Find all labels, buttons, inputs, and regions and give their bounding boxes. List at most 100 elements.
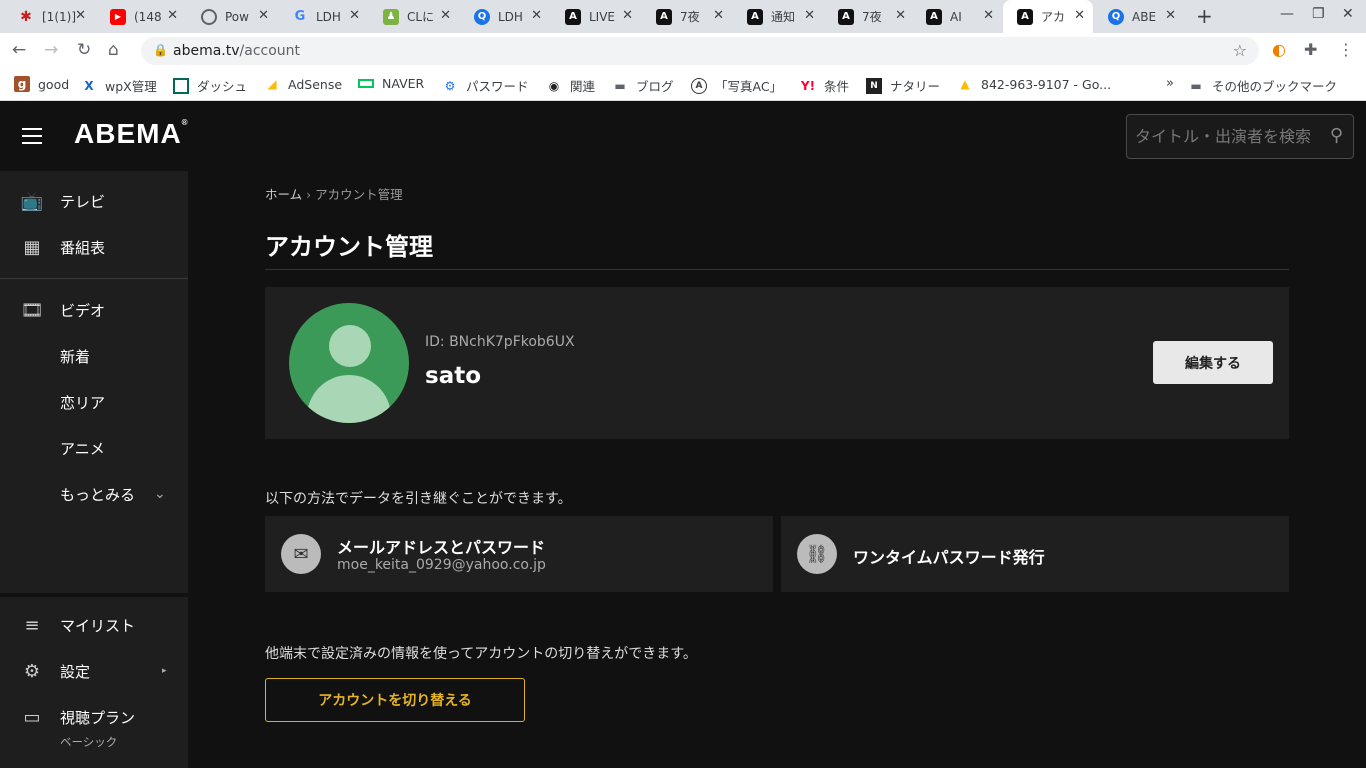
close-window-icon[interactable]: ✕ xyxy=(1342,6,1354,22)
new-tab-icon[interactable]: + xyxy=(1196,4,1213,28)
avatar xyxy=(289,303,409,423)
close-icon[interactable]: ✕ xyxy=(804,8,815,23)
close-icon[interactable]: ✕ xyxy=(349,8,360,23)
bookmark[interactable]: Y! 条件 xyxy=(800,76,849,95)
bookmark[interactable]: ダッシュ xyxy=(173,76,247,95)
sidebar-item-more[interactable]: もっとみる ⌄ xyxy=(0,474,188,514)
breadcrumb-current: アカウント管理 xyxy=(315,187,403,202)
close-icon[interactable]: ✕ xyxy=(622,8,633,23)
bookmark[interactable]: ▬ ブログ xyxy=(612,76,673,95)
one-time-password-card[interactable]: ⛓ ワンタイムパスワード発行 xyxy=(781,516,1289,592)
bookmark[interactable]: g good xyxy=(14,76,69,92)
bookmark[interactable]: NAVER xyxy=(358,76,424,91)
browser-tab-active[interactable]: A アカ ✕ xyxy=(1003,0,1093,33)
sidebar-divider xyxy=(0,278,188,279)
natalie-icon: N xyxy=(866,77,882,94)
main-content: ホーム › アカウント管理 アカウント管理 ID: BNchK7pFkob6UX s… xyxy=(188,171,1366,768)
close-icon[interactable]: ✕ xyxy=(1165,8,1176,23)
mail-icon: ✉ xyxy=(281,534,321,574)
browser-tab[interactable]: Pow ✕ xyxy=(187,0,277,33)
sidebar-item-anime[interactable]: アニメ xyxy=(0,428,188,468)
ac-icon: A xyxy=(691,77,707,94)
edit-profile-button[interactable]: 編集する xyxy=(1153,341,1273,384)
browser-tab[interactable]: A LIVE ✕ xyxy=(551,0,641,33)
page-title: アカウント管理 xyxy=(265,233,433,261)
browser-tab[interactable]: A 7夜 ✕ xyxy=(642,0,732,33)
q-icon: Q xyxy=(474,8,490,25)
card-icon: ▭ xyxy=(23,706,41,728)
sidebar-item-settings[interactable]: ⚙ 設定 ▸ xyxy=(0,651,188,691)
sidebar-item-plan[interactable]: ▭ 視聴プラン xyxy=(0,697,188,737)
folder-icon: ▬ xyxy=(1190,78,1202,93)
bookmark[interactable]: ◢ AdSense xyxy=(264,76,342,92)
search-input[interactable] xyxy=(1135,127,1315,146)
bookmark[interactable]: ▲ 842-963-9107 - Go... xyxy=(957,76,1111,92)
close-icon[interactable]: ✕ xyxy=(75,8,86,23)
extension-icon[interactable]: ◐ xyxy=(1272,40,1286,59)
bookmark[interactable]: ◉ 関連 xyxy=(546,76,595,95)
film-icon: 🎞 xyxy=(20,299,44,321)
bookmark[interactable]: N ナタリー xyxy=(866,76,940,95)
sidebar-item-tv[interactable]: 📺 テレビ xyxy=(0,181,188,221)
close-icon[interactable]: ✕ xyxy=(167,8,178,23)
back-icon[interactable]: ← xyxy=(12,40,26,60)
sidebar-item-new[interactable]: 新着 xyxy=(0,336,188,376)
bookmark[interactable]: XwpX管理 xyxy=(81,76,156,95)
email-password-card[interactable]: ✉ メールアドレスとパスワード moe_keita_0929@yahoo.co.… xyxy=(265,516,773,592)
puzzle-icon[interactable]: ✚ xyxy=(1304,40,1317,59)
sidebar-item-schedule[interactable]: ▦ 番組表 xyxy=(0,227,188,267)
close-icon[interactable]: ✕ xyxy=(983,8,994,23)
menu-icon[interactable] xyxy=(22,128,42,144)
other-bookmarks[interactable]: ▬ その他のブックマーク xyxy=(1188,76,1337,95)
chevron-right-icon[interactable]: » xyxy=(1166,76,1174,91)
close-icon[interactable]: ✕ xyxy=(440,8,451,23)
close-icon[interactable]: ✕ xyxy=(895,8,906,23)
sidebar-item-romance[interactable]: 恋リア xyxy=(0,382,188,422)
breadcrumb-home[interactable]: ホーム xyxy=(265,187,302,202)
browser-tab[interactable]: Q LDH ✕ xyxy=(460,0,550,33)
breadcrumb-separator-icon: › xyxy=(306,187,312,202)
close-icon[interactable]: ✕ xyxy=(1074,8,1085,23)
yahoo-icon: Y! xyxy=(800,78,816,93)
close-icon[interactable]: ✕ xyxy=(258,8,269,23)
address-bar[interactable]: 🔒 abema.tv/account ☆ xyxy=(141,37,1259,65)
abema-logo[interactable]: ABEMA® xyxy=(74,118,189,150)
browser-tab-strip: ✱ [1(1)] ✕ ▶ (148 ✕ Pow ✕ G LDH ✕ ♟ CLに ✕ Q LDH ✕ A… xyxy=(0,0,1366,33)
forward-icon[interactable]: → xyxy=(44,40,58,60)
sidebar-divider xyxy=(0,593,188,597)
q-icon: Q xyxy=(1108,8,1124,25)
switch-account-button[interactable]: アカウントを切り替える xyxy=(265,678,525,722)
bookmark[interactable]: ⚙ パスワード xyxy=(442,76,529,95)
close-icon[interactable]: ✕ xyxy=(713,8,724,23)
reload-icon[interactable]: ↻ xyxy=(77,40,91,60)
x-icon: X xyxy=(84,78,94,93)
sidebar-item-mylist[interactable]: ≡ マイリスト xyxy=(0,605,188,645)
browser-tab[interactable]: G LDH ✕ xyxy=(278,0,368,33)
method-title: メールアドレスとパスワード xyxy=(337,538,546,557)
ads-icon: ▲ xyxy=(960,77,970,91)
restore-icon[interactable]: ❐ xyxy=(1312,6,1325,22)
browser-tab[interactable]: Q ABE ✕ xyxy=(1094,0,1184,33)
browser-tab[interactable]: A 7夜 ✕ xyxy=(824,0,914,33)
chevron-down-icon[interactable]: ⌄ xyxy=(154,486,166,502)
bookmarks-bar: g good XwpX管理 ダッシュ ◢ AdSense NAVER ⚙ パスワード … xyxy=(0,69,1366,101)
minimize-icon[interactable]: — xyxy=(1280,6,1294,22)
browser-tab[interactable]: ▶ (148 ✕ xyxy=(96,0,186,33)
browser-tab[interactable]: ✱ [1(1)] ✕ xyxy=(4,0,94,33)
star-icon[interactable]: ☆ xyxy=(1233,41,1247,60)
profile-card: ID: BNchK7pFkob6UX sato 編集する xyxy=(265,287,1289,439)
search-icon[interactable]: ⚲ xyxy=(1330,125,1343,146)
user-name: sato xyxy=(425,363,482,389)
browser-tab[interactable]: A AI ✕ xyxy=(912,0,1002,33)
square-icon xyxy=(173,77,189,94)
kebab-menu-icon[interactable]: ⋮ xyxy=(1338,40,1354,59)
close-icon[interactable]: ✕ xyxy=(531,8,542,23)
browser-tab[interactable]: ♟ CLに ✕ xyxy=(369,0,459,33)
home-icon[interactable]: ⌂ xyxy=(108,40,119,60)
g-icon: g xyxy=(14,76,30,92)
bookmark[interactable]: A 「写真AC」 xyxy=(691,76,782,95)
list-icon: ≡ xyxy=(24,614,40,636)
sidebar-item-video[interactable]: 🎞 ビデオ xyxy=(0,290,188,330)
breadcrumb: ホーム › アカウント管理 xyxy=(265,184,403,203)
browser-tab[interactable]: A 通知 ✕ xyxy=(733,0,823,33)
